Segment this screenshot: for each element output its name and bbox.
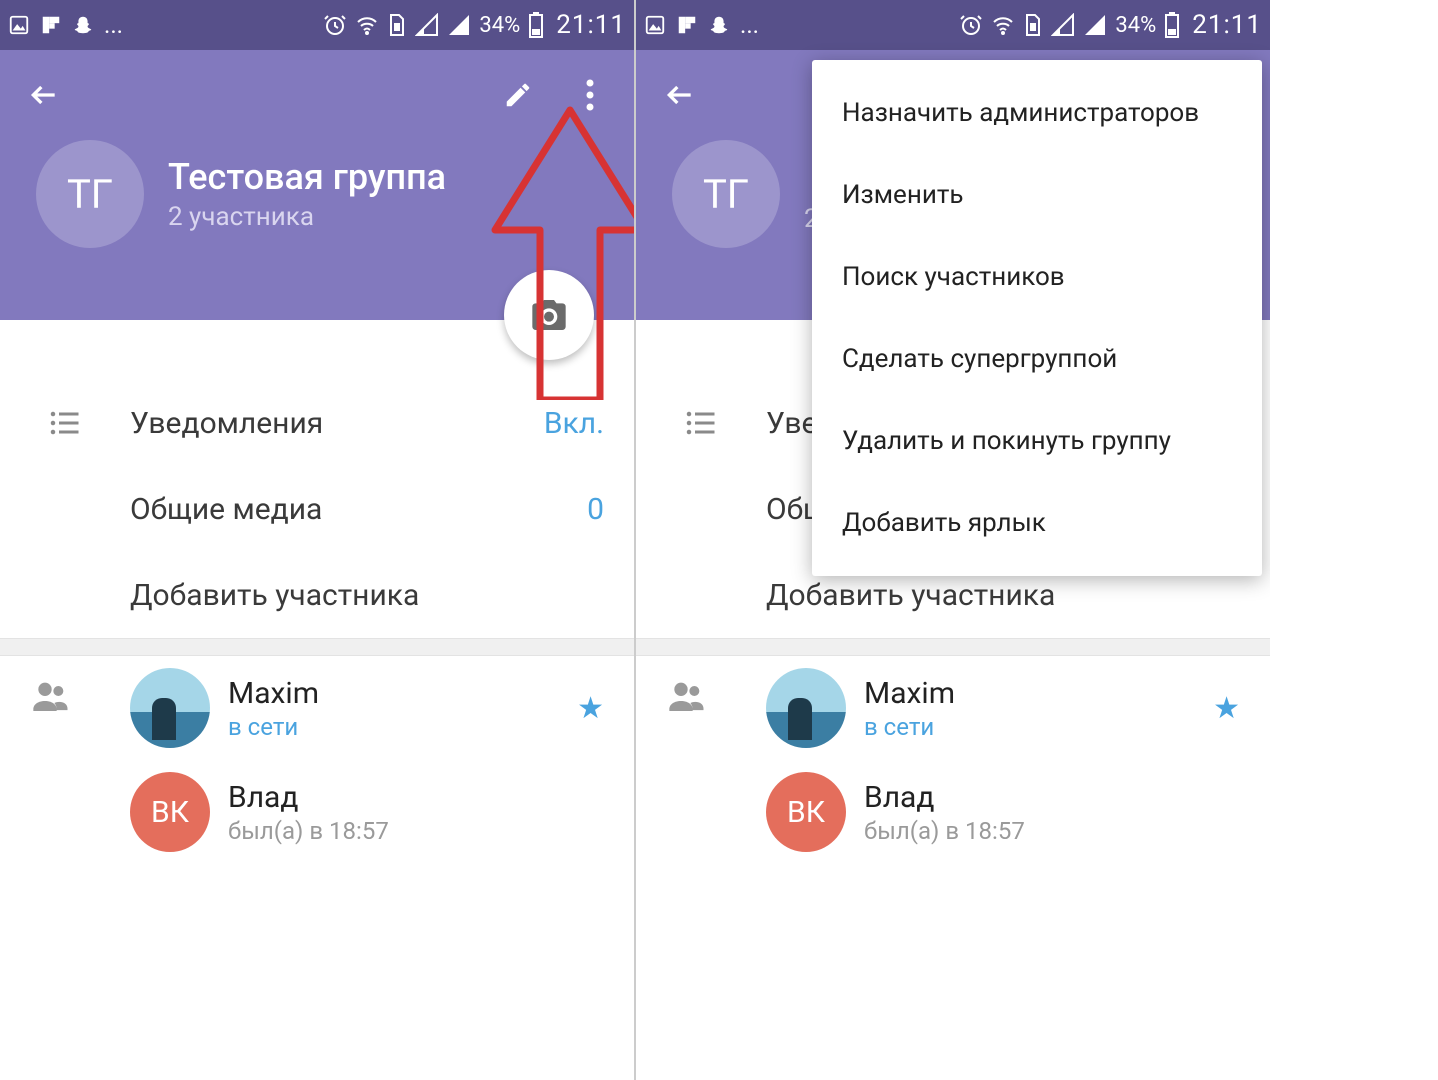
status-bar: ... 34% 21:11 <box>636 0 1270 50</box>
member-status: был(а) в 18:57 <box>228 817 604 845</box>
list-icon <box>666 405 736 441</box>
shared-media-label: Общие медиа <box>130 492 587 527</box>
shared-media-row[interactable]: Общие медиа 0 <box>0 466 634 552</box>
member-avatar[interactable] <box>130 668 210 748</box>
member-row[interactable]: Maxim в сети ★ <box>636 656 1270 760</box>
members-icon <box>666 676 706 720</box>
members-section: Maxim в сети ★ ВК Влад был(а) в 18:57 <box>0 656 634 864</box>
admin-star-icon: ★ <box>1213 691 1240 726</box>
more-button[interactable] <box>566 71 614 119</box>
group-avatar[interactable]: ТГ <box>672 140 780 248</box>
signal-2-icon <box>447 13 471 37</box>
sim-icon <box>1023 13 1043 37</box>
signal-1-icon <box>1051 13 1075 37</box>
status-bar: ... 34% 21:11 <box>0 0 634 50</box>
flipboard-icon <box>676 14 698 36</box>
image-icon <box>8 14 30 36</box>
group-header: ТГ Тестовая группа 2 участника <box>0 50 634 320</box>
member-row[interactable]: Maxim в сети ★ <box>0 656 634 760</box>
signal-1-icon <box>415 13 439 37</box>
alarm-icon <box>959 13 983 37</box>
camera-fab[interactable] <box>504 270 594 360</box>
wifi-icon <box>991 13 1015 37</box>
status-left: ... <box>8 11 123 39</box>
screen-right: ... 34% 21:11 ТГ 2 <box>636 0 1270 1080</box>
clock-text: 21:11 <box>556 10 626 40</box>
shared-media-value: 0 <box>587 492 604 527</box>
overflow-menu: Назначить администраторов Изменить Поиск… <box>812 60 1262 576</box>
list-icon <box>30 405 100 441</box>
status-left: ... <box>644 11 759 39</box>
battery-text: 34% <box>1115 13 1156 38</box>
status-right: 34% 21:11 <box>959 10 1262 40</box>
notifications-value: Вкл. <box>544 406 604 441</box>
member-name: Maxim <box>228 676 577 711</box>
group-subtitle: 2 участника <box>168 202 446 232</box>
screen-left: ... 34% 21:11 ТГ <box>0 0 634 1080</box>
member-status: был(а) в 18:57 <box>864 817 1240 845</box>
menu-add-shortcut[interactable]: Добавить ярлык <box>812 482 1262 564</box>
flipboard-icon <box>40 14 62 36</box>
menu-assign-admins[interactable]: Назначить администраторов <box>812 72 1262 154</box>
notifications-label: Уведомления <box>130 406 544 441</box>
group-avatar[interactable]: ТГ <box>36 140 144 248</box>
section-divider <box>636 638 1270 656</box>
member-name: Maxim <box>864 676 1213 711</box>
back-button[interactable] <box>656 71 704 119</box>
menu-delete-leave[interactable]: Удалить и покинуть группу <box>812 400 1262 482</box>
group-title: Тестовая группа <box>168 156 446 198</box>
battery-icon <box>528 12 544 38</box>
battery-icon <box>1164 12 1180 38</box>
signal-2-icon <box>1083 13 1107 37</box>
add-member-label: Добавить участника <box>766 578 1240 613</box>
add-member-label: Добавить участника <box>130 578 604 613</box>
menu-search-members[interactable]: Поиск участников <box>812 236 1262 318</box>
member-avatar[interactable]: ВК <box>766 772 846 852</box>
status-ellipsis: ... <box>740 11 759 39</box>
member-status: в сети <box>864 713 1213 741</box>
settings-section: Уведомления Вкл. Общие медиа 0 Добавить … <box>0 380 634 638</box>
menu-edit[interactable]: Изменить <box>812 154 1262 236</box>
status-ellipsis: ... <box>104 11 123 39</box>
member-avatar[interactable]: ВК <box>130 772 210 852</box>
members-icon <box>30 676 70 720</box>
edit-button[interactable] <box>494 71 542 119</box>
admin-star-icon: ★ <box>577 691 604 726</box>
battery-text: 34% <box>479 13 520 38</box>
member-name: Влад <box>864 780 1240 815</box>
sim-icon <box>387 13 407 37</box>
member-status: в сети <box>228 713 577 741</box>
add-member-row[interactable]: Добавить участника <box>0 552 634 638</box>
back-button[interactable] <box>20 71 68 119</box>
alarm-icon <box>323 13 347 37</box>
section-divider <box>0 638 634 656</box>
snapchat-icon <box>708 14 730 36</box>
member-avatar[interactable] <box>766 668 846 748</box>
menu-make-supergroup[interactable]: Сделать супергруппой <box>812 318 1262 400</box>
notifications-row[interactable]: Уведомления Вкл. <box>0 380 634 466</box>
status-right: 34% 21:11 <box>323 10 626 40</box>
member-row[interactable]: ВК Влад был(а) в 18:57 <box>0 760 634 864</box>
snapchat-icon <box>72 14 94 36</box>
wifi-icon <box>355 13 379 37</box>
clock-text: 21:11 <box>1192 10 1262 40</box>
member-name: Влад <box>228 780 604 815</box>
image-icon <box>644 14 666 36</box>
member-row[interactable]: ВК Влад был(а) в 18:57 <box>636 760 1270 864</box>
